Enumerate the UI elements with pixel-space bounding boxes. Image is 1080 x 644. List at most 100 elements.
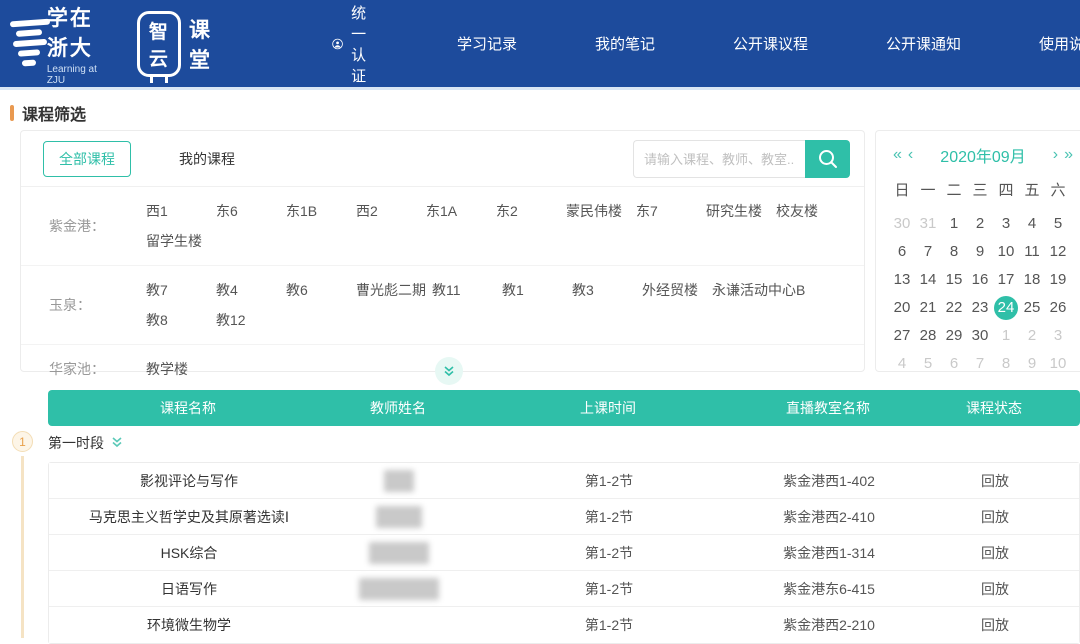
calendar-day-cell[interactable]: 25: [1020, 296, 1044, 320]
expand-filters-button[interactable]: [435, 357, 463, 385]
building-filter-item[interactable]: 西2: [356, 196, 420, 226]
calendar-day-cell[interactable]: 3: [994, 212, 1018, 236]
building-filter-item[interactable]: 教7: [146, 275, 210, 305]
calendar-day-cell[interactable]: 2: [1020, 324, 1044, 348]
period-chevron-double-down-icon[interactable]: [110, 435, 124, 449]
building-filter-item[interactable]: 永谦活动中心B: [712, 275, 805, 305]
nav-item[interactable]: 公开课通知: [886, 33, 961, 54]
calendar-day-cell[interactable]: 27: [890, 324, 914, 348]
calendar-prev-year-button[interactable]: «: [890, 146, 905, 164]
calendar-day-cell[interactable]: 8: [994, 352, 1018, 376]
course-row[interactable]: 影视评论与写作 第1-2节 紫金港西1-402 回放: [49, 463, 1079, 499]
nav-item[interactable]: 学习记录: [457, 33, 517, 54]
building-filter-item[interactable]: 东7: [636, 196, 700, 226]
course-filter-panel: 全部课程 我的课程 紫金港： 西1 东6: [20, 130, 865, 372]
building-filter-item[interactable]: 教3: [572, 275, 636, 305]
campus-label: 紫金港：: [49, 216, 146, 236]
course-name-cell: HSK综合: [49, 543, 329, 563]
nav-menu: 统一认证 学习记录 我的笔记 公开课议程 公开课通知: [332, 2, 1080, 86]
building-filter-item[interactable]: 教12: [216, 305, 280, 335]
calendar-day-cell[interactable]: 16: [968, 268, 992, 292]
course-row[interactable]: 日语写作 第1-2节 紫金港东6-415 回放: [49, 571, 1079, 607]
calendar-day-cell[interactable]: 23: [968, 296, 992, 320]
building-filter-item[interactable]: 教11: [432, 275, 496, 305]
building-filter-item[interactable]: 西1: [146, 196, 210, 226]
calendar-day-cell[interactable]: 8: [942, 240, 966, 264]
zhiyun-logo: 智云 课堂: [137, 11, 212, 77]
period-timeline-bar: [21, 456, 24, 638]
calendar-day-cell[interactable]: 19: [1046, 268, 1070, 292]
building-list: 教学楼: [146, 354, 851, 384]
course-row[interactable]: 马克思主义哲学史及其原著选读Ⅰ 第1-2节 紫金港西2-410 回放: [49, 499, 1079, 535]
calendar-day-cell[interactable]: 11: [1020, 240, 1044, 264]
calendar-day-cell[interactable]: 14: [916, 268, 940, 292]
calendar-day-cell[interactable]: 24: [994, 296, 1018, 320]
nav-item[interactable]: 使用说明: [1039, 33, 1080, 54]
building-filter-item[interactable]: 教学楼: [146, 354, 210, 384]
building-filter-item[interactable]: 教4: [216, 275, 280, 305]
calendar-day-cell[interactable]: 9: [1020, 352, 1044, 376]
calendar-day-cell[interactable]: 4: [1020, 212, 1044, 236]
search-button[interactable]: [805, 140, 850, 178]
course-table-body: 影视评论与写作 第1-2节 紫金港西1-402 回放 马克思主义哲学史及其原著选…: [48, 462, 1080, 644]
calendar-day-cell[interactable]: 30: [890, 212, 914, 236]
calendar-day-cell[interactable]: 2: [968, 212, 992, 236]
calendar-next-month-button[interactable]: ›: [1050, 146, 1061, 164]
calendar-day-cell[interactable]: 22: [942, 296, 966, 320]
calendar-prev-month-button[interactable]: ‹: [905, 146, 916, 164]
calendar-next-year-button[interactable]: »: [1061, 146, 1076, 164]
nav-item[interactable]: 公开课议程: [733, 33, 808, 54]
calendar-day-cell[interactable]: 1: [942, 212, 966, 236]
building-filter-item[interactable]: 留学生楼: [146, 226, 210, 256]
tab-my-courses[interactable]: 我的课程: [179, 149, 235, 169]
calendar-day-cell[interactable]: 17: [994, 268, 1018, 292]
tab-all-courses[interactable]: 全部课程: [43, 141, 131, 177]
building-filter-item[interactable]: 东2: [496, 196, 560, 226]
calendar-day-cell[interactable]: 7: [968, 352, 992, 376]
building-filter-item[interactable]: 教8: [146, 305, 210, 335]
building-filter-item[interactable]: 蒙民伟楼: [566, 196, 630, 226]
calendar-day-cell[interactable]: 31: [916, 212, 940, 236]
calendar-day-cell[interactable]: 6: [890, 240, 914, 264]
calendar-day-cell[interactable]: 1: [994, 324, 1018, 348]
nav-item[interactable]: 我的笔记: [595, 33, 655, 54]
calendar-day-cell[interactable]: 5: [1046, 212, 1070, 236]
calendar-day-cell[interactable]: 20: [890, 296, 914, 320]
building-filter-item[interactable]: 东1A: [426, 196, 490, 226]
building-filter-item[interactable]: 曹光彪二期: [356, 275, 426, 305]
calendar-day-cell[interactable]: 29: [942, 324, 966, 348]
calendar-day-cell[interactable]: 15: [942, 268, 966, 292]
calendar-day-cell[interactable]: 6: [942, 352, 966, 376]
class-time-cell: 第1-2节: [469, 543, 749, 563]
building-filter-item[interactable]: 研究生楼: [706, 196, 770, 226]
calendar-day-cell[interactable]: 28: [916, 324, 940, 348]
calendar-day-cell[interactable]: 30: [968, 324, 992, 348]
calendar-day-cell[interactable]: 18: [1020, 268, 1044, 292]
building-filter-item[interactable]: 校友楼: [776, 196, 840, 226]
course-status-cell: 回放: [909, 471, 1080, 491]
calendar-dow-label: 五: [1020, 179, 1044, 200]
calendar-day-cell[interactable]: 10: [994, 240, 1018, 264]
course-name-cell: 马克思主义哲学史及其原著选读Ⅰ: [49, 507, 329, 527]
calendar-day-cell[interactable]: 7: [916, 240, 940, 264]
calendar-day-cell[interactable]: 3: [1046, 324, 1070, 348]
calendar-day-cell[interactable]: 5: [916, 352, 940, 376]
building-filter-item[interactable]: 教6: [286, 275, 350, 305]
building-filter-item[interactable]: 东1B: [286, 196, 350, 226]
building-filter-item[interactable]: 外经贸楼: [642, 275, 706, 305]
calendar-day-cell[interactable]: 10: [1046, 352, 1070, 376]
calendar-day-cell[interactable]: 13: [890, 268, 914, 292]
class-time-cell: 第1-2节: [469, 471, 749, 491]
building-filter-item[interactable]: 教1: [502, 275, 566, 305]
building-filter-item[interactable]: 东6: [216, 196, 280, 226]
nav-item-label: 统一认证: [351, 2, 379, 86]
filter-tabs-row: 全部课程 我的课程: [21, 131, 864, 187]
calendar-day-cell[interactable]: 26: [1046, 296, 1070, 320]
calendar-day-cell[interactable]: 9: [968, 240, 992, 264]
calendar-day-cell[interactable]: 21: [916, 296, 940, 320]
calendar-day-cell[interactable]: 4: [890, 352, 914, 376]
calendar-day-cell[interactable]: 12: [1046, 240, 1070, 264]
course-row[interactable]: HSK综合 第1-2节 紫金港西1-314 回放: [49, 535, 1079, 571]
search-input[interactable]: [633, 140, 805, 178]
nav-item-unified-auth[interactable]: 统一认证: [332, 2, 379, 86]
